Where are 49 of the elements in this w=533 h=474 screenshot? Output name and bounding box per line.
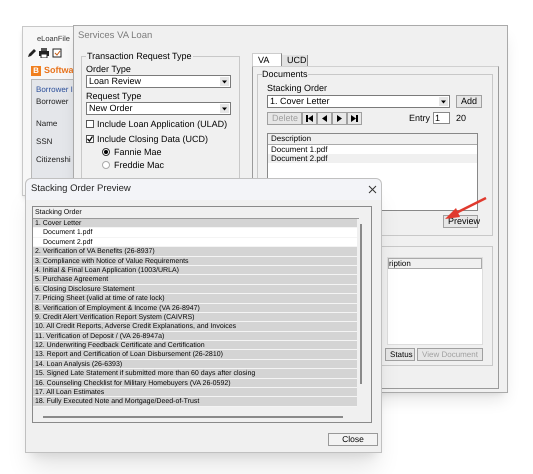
radio-label: Fannie Mae	[114, 146, 162, 158]
scrollbar[interactable]	[43, 416, 343, 418]
close-icon[interactable]	[368, 185, 377, 194]
skip-start-icon	[304, 112, 315, 124]
printer-icon[interactable]	[39, 48, 49, 58]
logo-icon: B	[31, 66, 41, 76]
navigation-button[interactable]	[302, 112, 317, 125]
radio-button[interactable]	[102, 161, 110, 169]
group-title: Documents	[262, 68, 308, 81]
checkbox[interactable]	[86, 135, 94, 143]
entry-label: Entry	[409, 112, 430, 125]
radio-label: Freddie Mac	[114, 160, 164, 170]
pencil-icon[interactable]	[27, 48, 36, 58]
entry-field[interactable]: 1	[433, 112, 450, 124]
close-button[interactable]: Close	[328, 433, 378, 446]
field-label: Name	[36, 119, 58, 129]
group-title: Borrower I	[36, 85, 74, 95]
dropdown-field[interactable]: New Order	[86, 102, 231, 114]
navigation-button[interactable]	[347, 112, 362, 125]
list-row[interactable]: Document 2.pdf	[268, 154, 477, 163]
tab[interactable]: UCD	[282, 55, 308, 66]
column-header: ription	[388, 258, 482, 269]
field-label: Order Type	[86, 64, 132, 74]
navigation-button[interactable]	[332, 112, 347, 125]
field-label: Citizenshi	[36, 155, 71, 165]
window-title: Services VA Loan	[78, 28, 152, 43]
checkbox-label: Include Loan Application (ULAD)	[97, 118, 228, 130]
radio-button[interactable]	[102, 148, 110, 156]
field-label: Request Type	[86, 90, 142, 102]
dropdown-field[interactable]: Loan Review	[86, 74, 231, 88]
group-title: Transaction Request Type	[86, 50, 193, 63]
field-label: Stacking Order	[267, 82, 328, 94]
column-header: Description	[268, 134, 477, 145]
skip-end-icon	[349, 112, 360, 124]
checkbox-label: Include Closing Data (UCD)	[97, 134, 208, 144]
checkmark-icon	[87, 136, 93, 142]
field-label: SSN	[36, 137, 52, 147]
checkbox[interactable]	[86, 120, 94, 128]
navigation-button[interactable]	[317, 112, 332, 125]
field-label: Borrower	[36, 97, 68, 107]
tab[interactable]: VA	[252, 53, 282, 66]
scrollbar[interactable]	[360, 224, 362, 384]
dropdown-field[interactable]: 1. Cover Letter	[267, 94, 450, 108]
app-header: Softwa	[44, 65, 74, 76]
button[interactable]: Preview	[443, 215, 478, 228]
button[interactable]: Status	[385, 348, 415, 361]
window-title: Stacking Order Preview	[31, 182, 131, 196]
entry-total: 20	[456, 112, 466, 124]
button[interactable]: Add	[456, 94, 482, 108]
